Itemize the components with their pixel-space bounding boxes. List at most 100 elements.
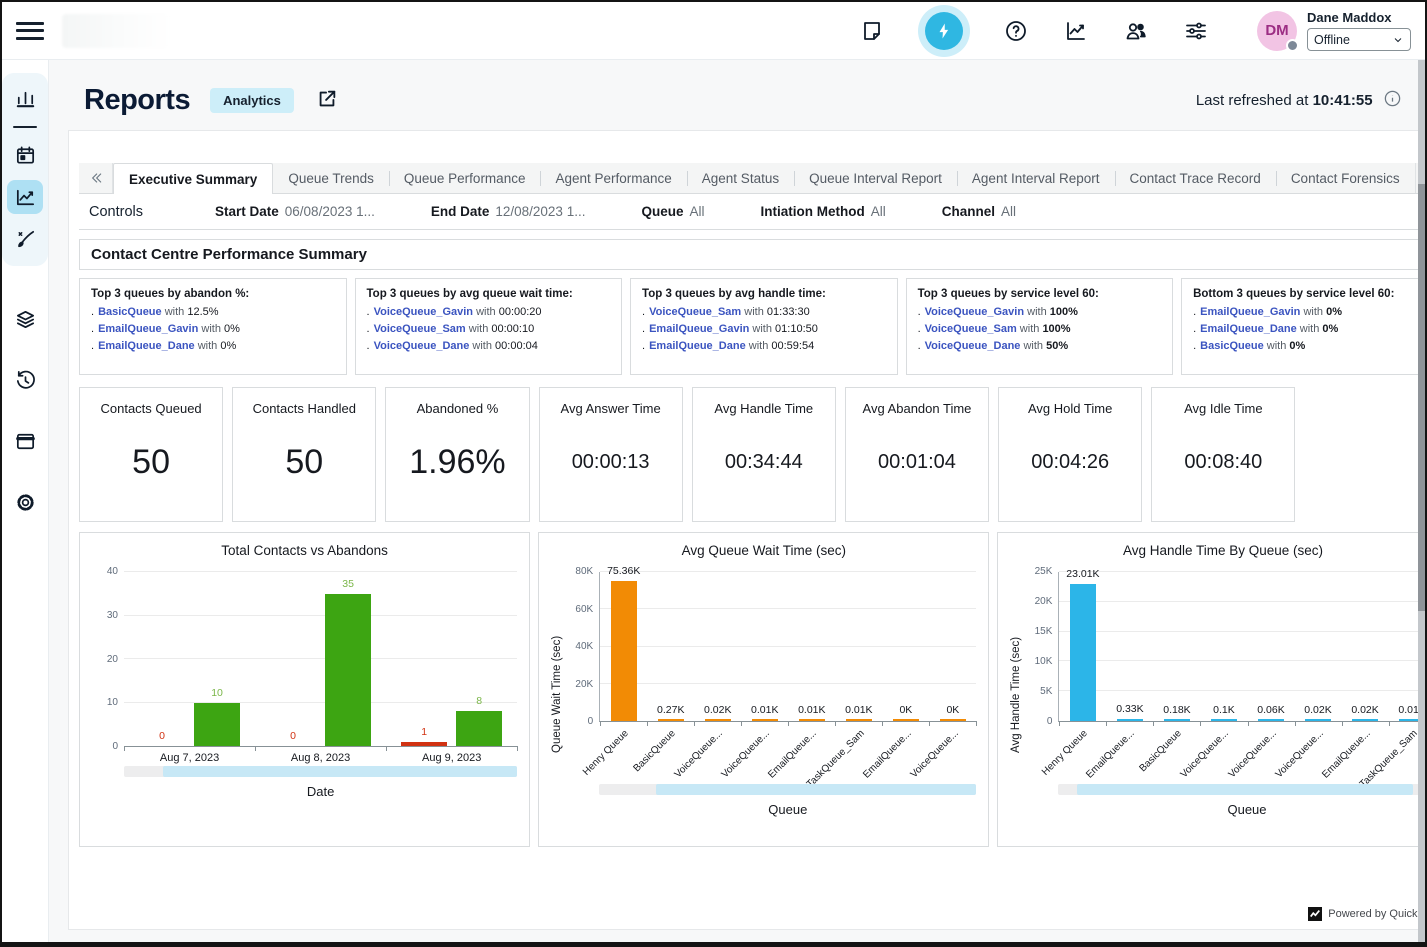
bar[interactable]: [752, 719, 778, 721]
note-icon[interactable]: [859, 18, 885, 44]
analytics-line-chart-icon[interactable]: [7, 180, 43, 214]
page-title: Reports: [84, 84, 190, 117]
filter-value: All: [689, 204, 704, 219]
y-tick-label: 0: [1047, 716, 1053, 727]
page-scrollbar[interactable]: [1418, 60, 1425, 947]
kpi-label: Avg Handle Time: [714, 401, 813, 416]
bar-chart-icon[interactable]: [7, 82, 43, 116]
bar[interactable]: [1352, 719, 1378, 721]
plot-area: 00110358: [124, 572, 517, 747]
bar[interactable]: [1305, 719, 1331, 721]
x-axis-labels: Henry QueueEmailQueue...BasicQueueVoiceQ…: [1058, 724, 1427, 782]
summary-card: Bottom 3 queues by service level 60:.Ema…: [1181, 278, 1427, 375]
chart-scrollbar-thumb[interactable]: [163, 766, 517, 777]
bar[interactable]: [705, 719, 731, 721]
summary-card: Top 3 queues by service level 60:.VoiceQ…: [906, 278, 1174, 375]
bar[interactable]: [846, 719, 872, 721]
filter-queue[interactable]: Queue All: [641, 204, 704, 219]
summary-card-title: Top 3 queues by avg handle time:: [642, 288, 886, 300]
tab-strip: Executive SummaryQueue TrendsQueue Perfo…: [79, 163, 1427, 194]
main-content: Reports Analytics Last refreshed at 10:4…: [49, 60, 1427, 942]
y-axis: 020K40K60K80K: [567, 572, 599, 722]
tabs-scroll-left-icon[interactable]: [79, 163, 113, 193]
report-panel: Executive SummaryQueue TrendsQueue Perfo…: [68, 130, 1427, 930]
tab-queue-trends[interactable]: Queue Trends: [273, 163, 389, 193]
bar[interactable]: [1164, 719, 1190, 721]
status-select[interactable]: Offline: [1307, 28, 1411, 51]
avatar[interactable]: DM: [1257, 11, 1297, 51]
history-icon[interactable]: [7, 363, 43, 397]
bar[interactable]: [1070, 584, 1096, 721]
bar[interactable]: [1258, 719, 1284, 721]
kpi-value: 00:00:13: [572, 416, 650, 521]
gridline: [600, 608, 976, 609]
kpi-card-avg-handle-time: Avg Handle Time00:34:44: [692, 387, 836, 522]
bar[interactable]: [1211, 719, 1237, 721]
y-axis-title: Queue Wait Time (sec): [551, 572, 567, 817]
chevron-down-icon: [1392, 34, 1404, 46]
info-icon[interactable]: [1383, 89, 1402, 111]
queue-name: VoiceQueue_Gavin: [925, 306, 1024, 318]
window-icon[interactable]: [7, 424, 43, 458]
bar[interactable]: [799, 719, 825, 721]
kpi-value: 00:08:40: [1184, 416, 1262, 521]
chart-scrollbar-thumb[interactable]: [656, 784, 977, 795]
filter-intiation-method[interactable]: Intiation MethodAll: [760, 204, 885, 219]
tab-queue-interval-report[interactable]: Queue Interval Report: [794, 163, 957, 193]
tab-agent-status[interactable]: Agent Status: [687, 163, 794, 193]
bar[interactable]: [658, 719, 684, 721]
external-link-icon[interactable]: [316, 88, 338, 113]
with-word: with: [469, 340, 495, 352]
layers-icon[interactable]: [7, 302, 43, 336]
summary-card-title: Top 3 queues by service level 60:: [918, 288, 1162, 300]
filter-start-date[interactable]: Start Date06/08/2023 1...: [215, 204, 375, 219]
bar[interactable]: [1117, 719, 1143, 721]
bar-value-label: 75.36K: [607, 565, 640, 577]
kpi-card-avg-abandon-time: Avg Abandon Time00:01:04: [845, 387, 989, 522]
calendar-icon[interactable]: [7, 138, 43, 172]
sliders-icon[interactable]: [1183, 18, 1209, 44]
plot-area: 75.36K0.27K0.02K0.01K0.01K0.01K0K0K: [599, 572, 976, 722]
filter-label: Channel: [942, 204, 995, 219]
summary-value: 100%: [1050, 306, 1078, 318]
tab-contact-trace-record[interactable]: Contact Trace Record: [1115, 163, 1276, 193]
people-icon[interactable]: [1123, 18, 1149, 44]
bullet: .: [91, 306, 94, 318]
filter-end-date[interactable]: End Date12/08/2023 1...: [431, 204, 586, 219]
line-chart-icon[interactable]: [1063, 18, 1089, 44]
bar[interactable]: [194, 703, 240, 747]
filter-channel[interactable]: ChannelAll: [942, 204, 1016, 219]
bar[interactable]: [611, 581, 637, 721]
bar[interactable]: [456, 711, 502, 746]
bullet: .: [642, 323, 645, 335]
tab-agent-interval-report[interactable]: Agent Interval Report: [957, 163, 1115, 193]
queue-name: BasicQueue: [98, 306, 162, 318]
x-tick-label: Aug 9, 2023: [386, 752, 517, 764]
bar-value-label: 0.33K: [1116, 703, 1143, 715]
bar-value-label: 0.02K: [1351, 704, 1378, 716]
tab-queue-performance[interactable]: Queue Performance: [389, 163, 541, 193]
lightning-bolt-icon[interactable]: [925, 12, 963, 50]
x-axis-title: Date: [124, 784, 517, 799]
tab-agent-performance[interactable]: Agent Performance: [540, 163, 686, 193]
chart-scrollbar-thumb[interactable]: [1077, 784, 1413, 795]
summary-item: .BasicQueue with 0%: [1193, 340, 1427, 352]
bar[interactable]: [401, 742, 447, 746]
y-tick-label: 10K: [1035, 656, 1053, 667]
bullet: .: [1193, 340, 1196, 352]
bar[interactable]: [325, 594, 371, 746]
with-word: with: [195, 340, 221, 352]
with-word: with: [466, 323, 492, 335]
bar[interactable]: [940, 719, 966, 721]
gear-icon[interactable]: [7, 485, 43, 519]
bar[interactable]: [893, 719, 919, 721]
summary-value: 0%: [1326, 306, 1342, 318]
gridline: [600, 571, 976, 572]
filter-label: Queue: [641, 204, 683, 219]
hamburger-menu-icon[interactable]: [16, 20, 44, 42]
tab-contact-forensics[interactable]: Contact Forensics: [1276, 163, 1415, 193]
summary-value: 00:00:04: [495, 340, 538, 352]
tab-executive-summary[interactable]: Executive Summary: [113, 163, 273, 194]
brush-icon[interactable]: [7, 222, 43, 256]
help-icon[interactable]: [1003, 18, 1029, 44]
